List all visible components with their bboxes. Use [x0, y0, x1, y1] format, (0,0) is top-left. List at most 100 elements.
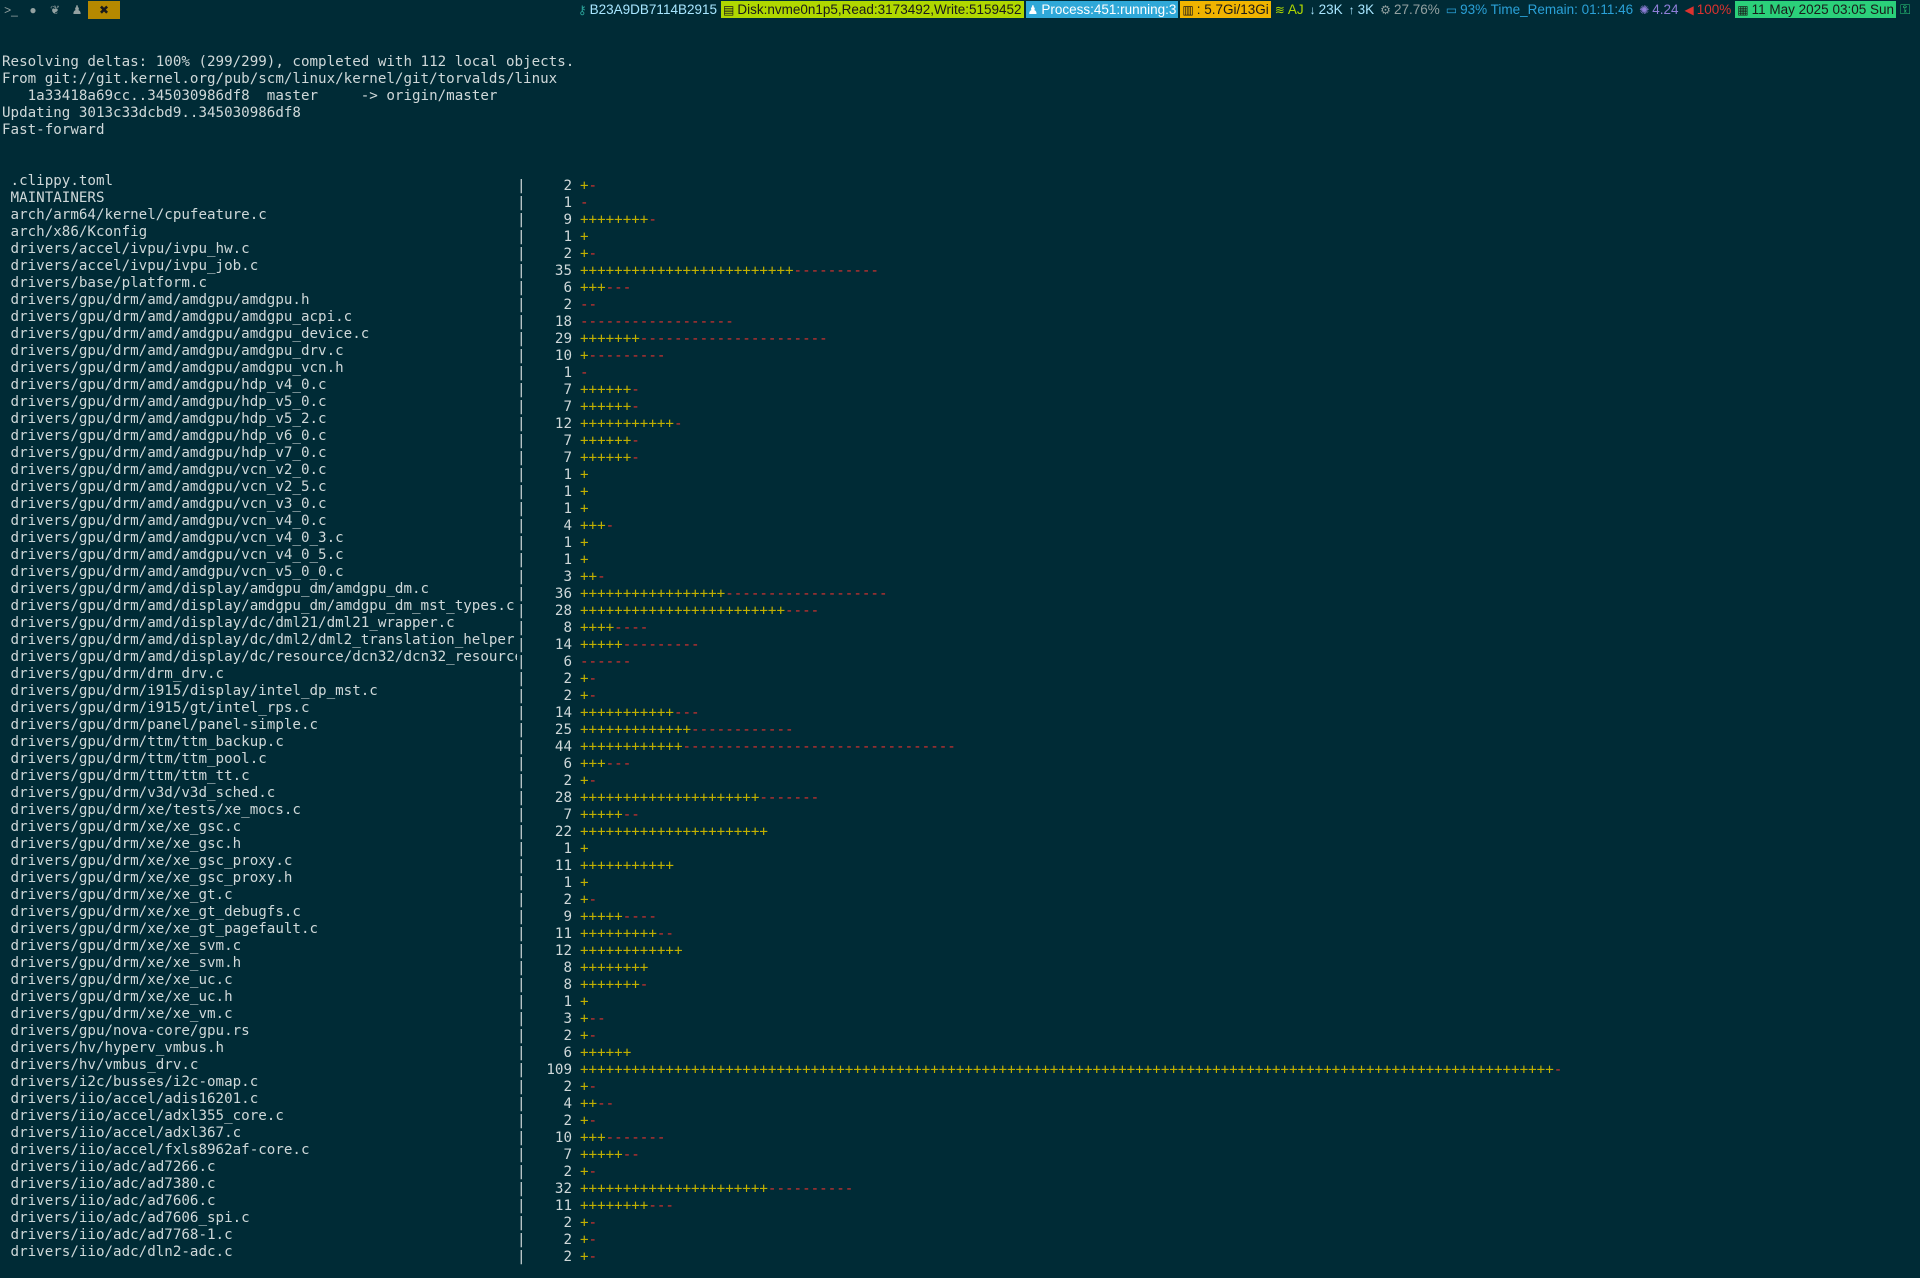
diffstat-row: drivers/gpu/drm/amd/amdgpu/vcn_v3_0.c | 1 +: [2, 496, 1562, 517]
file-path: drivers/gpu/nova-core/gpu.rs: [2, 1023, 250, 1039]
deletions-graph: ---------: [622, 637, 700, 653]
diffstat-row: drivers/gpu/drm/xe/xe_gt.c | 2 +-: [2, 887, 1562, 908]
process-segment: ♟ Process:451:running:3: [1025, 1, 1179, 18]
diffstat-row: drivers/gpu/drm/xe/xe_vm.c | 3 +--: [2, 1006, 1562, 1027]
diffstat-row: drivers/gpu/drm/amd/amdgpu/vcn_v4_0_3.c |…: [2, 530, 1562, 551]
diffstat-row: drivers/gpu/drm/xe/xe_uc.h | 1 +: [2, 989, 1562, 1010]
deletions-graph: -: [588, 178, 598, 194]
deletions-graph: -: [639, 977, 649, 993]
file-path: drivers/gpu/drm/xe/xe_gsc_proxy.c: [2, 853, 293, 869]
file-path: drivers/gpu/drm/ttm/ttm_backup.c: [2, 734, 284, 750]
diffstat-row: drivers/gpu/nova-core/gpu.rs | 2 +-: [2, 1023, 1562, 1044]
diffstat-row: drivers/gpu/drm/xe/xe_uc.c | 8 +++++++-: [2, 972, 1562, 993]
diffstat-row: arch/arm64/kernel/cpufeature.c | 9 ++++++++…: [2, 207, 1562, 228]
diffstat-row: drivers/gpu/drm/amd/amdgpu/vcn_v2_0.c | 1 +: [2, 462, 1562, 483]
upload-label: 3K: [1357, 2, 1375, 17]
file-path: drivers/gpu/drm/amd/amdgpu/hdp_v6_0.c: [2, 428, 327, 444]
file-path: drivers/gpu/drm/amd/amdgpu/vcn_v4_0.c: [2, 513, 327, 529]
file-path: drivers/gpu/drm/xe/xe_gsc.h: [2, 836, 242, 852]
file-path: drivers/gpu/drm/drm_drv.c: [2, 666, 225, 682]
deletions-graph: --------------------------------: [682, 739, 956, 755]
deletions-graph: -: [605, 518, 615, 534]
diffstat-row: drivers/gpu/drm/xe/xe_gsc.c | 22 ++++++++++…: [2, 819, 1562, 840]
diffstat-row: drivers/accel/ivpu/ivpu_hw.c | 2 +-: [2, 241, 1562, 262]
workspace-terminal-icon[interactable]: >_: [0, 1, 22, 19]
additions-graph: +: [580, 1249, 589, 1265]
file-path: drivers/gpu/drm/amd/amdgpu/amdgpu_drv.c: [2, 343, 344, 359]
file-path: drivers/gpu/drm/amd/display/dc/dml21/dml…: [2, 615, 455, 631]
file-path: drivers/gpu/drm/xe/xe_gt_pagefault.c: [2, 921, 319, 937]
file-path: arch/arm64/kernel/cpufeature.c: [2, 207, 267, 223]
workspace-penguin-icon[interactable]: ♟: [66, 1, 88, 19]
deletions-graph: -: [631, 450, 640, 466]
file-path: drivers/gpu/drm/amd/amdgpu/vcn_v2_0.c: [2, 462, 327, 478]
file-path: drivers/gpu/drm/panel/panel-simple.c: [2, 717, 319, 733]
file-path: drivers/gpu/drm/xe/xe_gsc_proxy.h: [2, 870, 293, 886]
deletions-graph: ---: [605, 280, 632, 296]
volume-label: 100%: [1696, 2, 1732, 17]
diffstat-row: drivers/iio/adc/ad7380.c | 32 +++++++++++++…: [2, 1176, 1562, 1197]
wifi-label: AJ: [1287, 2, 1304, 17]
file-path: drivers/gpu/drm/amd/amdgpu/hdp_v7_0.c: [2, 445, 327, 461]
diffstat-row: drivers/iio/accel/adxl367.c | 10 +++-------: [2, 1125, 1562, 1146]
diffstat-row: drivers/gpu/drm/xe/xe_gsc_proxy.h | 1 +: [2, 870, 1562, 891]
diffstat-row: drivers/iio/adc/dln2-adc.c | 2 +-: [2, 1244, 1562, 1265]
diffstat-row: drivers/gpu/drm/amd/amdgpu/vcn_v4_0_5.c |…: [2, 547, 1562, 568]
file-path: drivers/gpu/drm/xe/tests/xe_mocs.c: [2, 802, 301, 818]
penguin-icon: ♟: [1027, 2, 1039, 17]
file-path: drivers/gpu/drm/xe/xe_gsc.c: [2, 819, 242, 835]
diffstat-row: drivers/gpu/drm/xe/xe_gsc.h | 1 +: [2, 836, 1562, 857]
deletions-graph: ---: [605, 756, 632, 772]
deletions-graph: ---: [648, 1198, 674, 1214]
download-segment: ↓ 23K: [1308, 1, 1345, 18]
file-path: drivers/gpu/drm/xe/xe_uc.h: [2, 989, 233, 1005]
file-path: drivers/iio/adc/ad7606.c: [2, 1193, 216, 1209]
deletions-graph: --: [622, 1147, 640, 1163]
disk-label: Disk:nvme0n1p5,Read:3173492,Write:515945…: [737, 2, 1022, 17]
terminal-output: Resolving deltas: 100% (299/299), comple…: [2, 20, 1562, 1278]
file-path: drivers/gpu/drm/xe/xe_svm.c: [2, 938, 242, 954]
memory-label: : 5.7Gi/13Gi: [1196, 2, 1269, 17]
upload-segment: ↑ 3K: [1347, 1, 1377, 18]
file-path: drivers/gpu/drm/xe/xe_svm.h: [2, 955, 242, 971]
deletions-graph: ---------: [588, 348, 666, 364]
file-path: drivers/iio/adc/ad7266.c: [2, 1159, 216, 1175]
output-line: Updating 3013c33dcbd9..345030986df8: [2, 105, 301, 121]
diffstat-row: drivers/hv/vmbus_drv.c | 109 ++++++++++++++…: [2, 1057, 1563, 1078]
memory-segment: ▥ : 5.7Gi/13Gi: [1180, 1, 1271, 18]
diffstat-row: drivers/gpu/drm/xe/xe_svm.c | 12 ++++++++++…: [2, 938, 1562, 959]
diffstat-row: drivers/gpu/drm/amd/amdgpu/vcn_v5_0_0.c |…: [2, 564, 1562, 585]
additions-graph: +++++++: [580, 977, 640, 993]
wifi-segment: ≋ AJ: [1273, 1, 1306, 18]
workspace-tools-icon[interactable]: ✖: [88, 0, 120, 19]
file-path: drivers/gpu/drm/ttm/ttm_pool.c: [2, 751, 267, 767]
diffstat-row: drivers/gpu/drm/amd/amdgpu/amdgpu.h | 2 --: [2, 292, 1562, 313]
deletions-graph: -: [648, 212, 657, 228]
file-path: drivers/gpu/drm/amd/amdgpu/amdgpu_acpi.c: [2, 309, 353, 325]
diffstat-row: .clippy.toml | 2 +-: [2, 173, 1562, 194]
cpu-label: 27.76%: [1393, 2, 1440, 17]
file-path: drivers/gpu/drm/v3d/v3d_sched.c: [2, 785, 276, 801]
diffstat-row: drivers/gpu/drm/amd/amdgpu/hdp_v4_0.c | 7 +…: [2, 377, 1562, 398]
diffstat-row: drivers/gpu/drm/i915/gt/intel_rps.c | 14 ++…: [2, 700, 1562, 721]
workspace-leaf-icon[interactable]: ❦: [44, 1, 66, 19]
file-path: drivers/hv/hyperv_vmbus.h: [2, 1040, 225, 1056]
diffstat-row: drivers/gpu/drm/amd/amdgpu/vcn_v2_5.c | 1 +: [2, 479, 1562, 500]
file-path: MAINTAINERS: [2, 190, 105, 206]
diffstat-row: drivers/gpu/drm/v3d/v3d_sched.c | 28 ++++++…: [2, 785, 1562, 806]
diffstat-row: drivers/gpu/drm/amd/amdgpu/amdgpu_vcn.h |…: [2, 360, 1562, 381]
deletions-graph: ----------: [793, 263, 879, 279]
tray-icon[interactable]: ⚿: [1898, 1, 1916, 18]
file-path: drivers/gpu/drm/xe/xe_gt.c: [2, 887, 233, 903]
arrow-down-icon: ↓: [1309, 2, 1316, 17]
diffstat-row: drivers/gpu/drm/amd/display/dc/dml2/dml2…: [2, 632, 1562, 653]
file-path: drivers/gpu/drm/amd/display/dc/resource/…: [2, 649, 517, 665]
diffstat-row: drivers/gpu/drm/amd/display/amdgpu_dm/am…: [2, 581, 1562, 602]
file-path: drivers/gpu/drm/amd/amdgpu/amdgpu_device…: [2, 326, 370, 342]
file-path: drivers/gpu/drm/i915/display/intel_dp_ms…: [2, 683, 378, 699]
workspace-circle-icon[interactable]: ●: [22, 1, 44, 19]
file-path: drivers/gpu/drm/i915/gt/intel_rps.c: [2, 700, 310, 716]
file-path: drivers/iio/accel/adis16201.c: [2, 1091, 259, 1107]
output-line: Resolving deltas: 100% (299/299), comple…: [2, 54, 575, 70]
diffstat: .clippy.toml | 2 +- MAINTAINERS | 1- arch/arm…: [2, 173, 1563, 1265]
